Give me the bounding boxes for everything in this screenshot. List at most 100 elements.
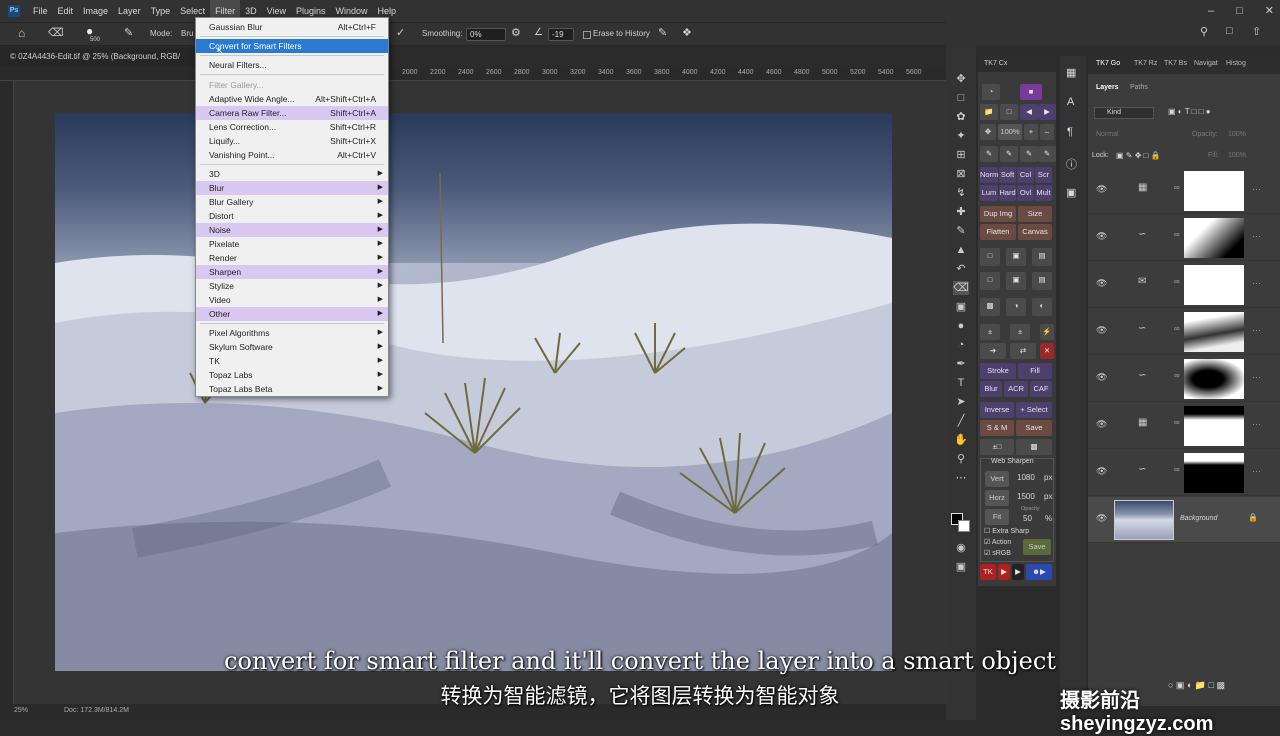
horz-value[interactable]: 1500: [1017, 492, 1035, 501]
lasso-tool-icon[interactable]: ✿: [953, 110, 969, 124]
tk-panel-title[interactable]: TK7 Cx: [978, 56, 1056, 72]
pressure-icon[interactable]: ✓: [396, 26, 405, 39]
tk-play2-icon[interactable]: ▶: [1012, 564, 1024, 580]
brush-panel-icon[interactable]: ✎: [124, 26, 133, 39]
menu-item-blur[interactable]: Blur ▶: [196, 181, 388, 195]
tk-layer5-icon[interactable]: ▣: [1006, 272, 1026, 290]
document-tab[interactable]: © 0Z4A4436-Edit.tif @ 25% (Background, R…: [0, 47, 200, 67]
background-layer-row[interactable]: 👁 Background 🔒: [1088, 497, 1280, 543]
layer-mask-thumbnail[interactable]: [1184, 406, 1244, 446]
layer-mask-thumbnail[interactable]: [1184, 359, 1244, 399]
pressure-size-icon[interactable]: ✎: [658, 26, 667, 39]
layer-mask-thumbnail[interactable]: [1184, 171, 1244, 211]
menu-item-gaussian-blur[interactable]: Gaussian Blur Alt+Ctrl+F: [196, 20, 388, 34]
hand-tool-icon[interactable]: ✋: [953, 433, 969, 447]
eraser-tool-icon[interactable]: ⌫: [953, 281, 969, 295]
tk-minus-icon[interactable]: –: [1040, 124, 1054, 140]
eraser-icon[interactable]: ⌫: [48, 26, 64, 39]
zoom-tool-icon[interactable]: ⚲: [953, 452, 969, 466]
marquee-tool-icon[interactable]: □: [953, 91, 969, 105]
menu-item-noise[interactable]: Noise ▶: [196, 223, 388, 237]
tk-lum-button[interactable]: Lum: [980, 185, 998, 201]
menu-item-lens-correction[interactable]: Lens Correction... Shift+Ctrl+R: [196, 120, 388, 134]
fill-value[interactable]: 100%: [1228, 152, 1246, 159]
tk-delete-icon[interactable]: ▩: [1016, 439, 1052, 455]
menu-item-topaz-labs-beta[interactable]: Topaz Labs Beta ▶: [196, 382, 388, 396]
home-icon[interactable]: ⌂: [18, 26, 25, 40]
fit-button[interactable]: Fit: [985, 509, 1009, 525]
tk-acr-button[interactable]: ACR: [1004, 381, 1028, 397]
share-icon[interactable]: ⇧: [1252, 25, 1261, 38]
tk-brush3-icon[interactable]: ✎: [1020, 146, 1038, 162]
tk-mask2-icon[interactable]: ◐: [1032, 298, 1052, 316]
erase-history-checkbox[interactable]: [583, 31, 591, 39]
visibility-eye-icon[interactable]: 👁: [1096, 184, 1107, 195]
layer-row[interactable]: 👁 ∽ ∞ ⋯: [1088, 215, 1280, 261]
screen-mode-icon[interactable]: ▣: [953, 560, 969, 574]
menu-item-adaptive-wide-angle[interactable]: Adaptive Wide Angle... Alt+Shift+Ctrl+A: [196, 92, 388, 106]
gradient-tool-icon[interactable]: ▣: [953, 300, 969, 314]
vert-value[interactable]: 1080: [1017, 473, 1035, 482]
minimize-icon[interactable]: –: [1208, 0, 1214, 22]
web-sharpen-save-button[interactable]: Save: [1023, 539, 1051, 555]
path-select-icon[interactable]: ➤: [953, 395, 969, 409]
tk-s-m-button[interactable]: S & M: [980, 420, 1014, 436]
menu-type[interactable]: Type: [146, 0, 176, 22]
menu-file[interactable]: File: [28, 0, 53, 22]
visibility-eye-icon[interactable]: 👁: [1096, 513, 1107, 524]
layer-row[interactable]: 👁 ∽ ∞ ⋯: [1088, 309, 1280, 355]
layer-row[interactable]: 👁 ▦ ∞ ⋯: [1088, 168, 1280, 214]
menu-item-vanishing-point[interactable]: Vanishing Point... Alt+Ctrl+V: [196, 148, 388, 162]
smoothing-input[interactable]: 0%: [466, 28, 506, 41]
more-icon[interactable]: ⋯: [1252, 184, 1261, 195]
menu-item-camera-raw-filter[interactable]: Camera Raw Filter... Shift+Ctrl+A: [196, 106, 388, 120]
layer-mask-thumbnail[interactable]: [1184, 265, 1244, 305]
background-color-swatch[interactable]: [958, 520, 970, 532]
tk-flatten-button[interactable]: Flatten: [980, 224, 1016, 240]
opacity-value[interactable]: 100%: [1228, 131, 1246, 138]
type-tool-icon[interactable]: T: [953, 376, 969, 390]
menu-item-stylize[interactable]: Stylize ▶: [196, 279, 388, 293]
tk-plus-icon[interactable]: +: [1024, 124, 1038, 140]
tk-fit-icon[interactable]: ✥: [980, 124, 996, 140]
blur-tool-icon[interactable]: ●: [953, 319, 969, 333]
document-image[interactable]: [55, 113, 892, 671]
more-icon[interactable]: ⋯: [1252, 419, 1261, 430]
tab-tk7-rz[interactable]: TK7 Rz: [1134, 60, 1157, 67]
brush-preset-icon[interactable]: ●: [86, 24, 93, 38]
tk-arrow-icon[interactable]: ➔: [980, 343, 1006, 359]
visibility-eye-icon[interactable]: 👁: [1096, 325, 1107, 336]
tk-layer2-icon[interactable]: ▣: [1006, 248, 1026, 266]
menu-layer[interactable]: Layer: [113, 0, 146, 22]
tab-histogram[interactable]: Histog: [1226, 60, 1246, 67]
mode-select[interactable]: Bru: [181, 29, 193, 38]
tab-layers[interactable]: Layers: [1096, 84, 1119, 91]
tk-swap-icon[interactable]: ⇄: [1010, 343, 1036, 359]
tk-dup-img-button[interactable]: Dup Img: [980, 206, 1016, 222]
symmetry-icon[interactable]: ❖: [682, 26, 692, 39]
tk-layer4-icon[interactable]: □: [980, 272, 1000, 290]
more-icon[interactable]: ⋯: [1252, 325, 1261, 336]
lock-icons[interactable]: ▣ ✎ ✥ □ 🔒: [1116, 151, 1161, 160]
tk-bolt-icon[interactable]: ⚡: [1040, 324, 1054, 340]
horz-button[interactable]: Horz: [985, 490, 1009, 506]
tk-col-button[interactable]: Col: [1017, 167, 1034, 183]
tk-open-icon[interactable]: 📁: [980, 104, 998, 120]
menu-item-tk[interactable]: TK ▶: [196, 354, 388, 368]
tk-inverse-button[interactable]: Inverse: [980, 402, 1014, 418]
action-checkbox[interactable]: ☑ Action: [984, 538, 1011, 546]
tk-stroke-button[interactable]: Stroke: [980, 363, 1016, 379]
layer-row[interactable]: 👁 ✉ ∞ ⋯: [1088, 262, 1280, 308]
line-tool-icon[interactable]: ╱: [953, 414, 969, 428]
close-icon[interactable]: ✕: [1265, 0, 1274, 22]
search-icon[interactable]: ⚲: [1200, 25, 1208, 38]
tk-100-button[interactable]: 100%: [998, 124, 1022, 140]
tk-plus-minus2-icon[interactable]: ±: [1010, 324, 1030, 340]
menu-item-other[interactable]: Other ▶: [196, 307, 388, 321]
menu-item-pixelate[interactable]: Pixelate ▶: [196, 237, 388, 251]
layer-filter-icons[interactable]: ▣ ◐ T □ □ ●: [1168, 107, 1211, 116]
srgb-checkbox[interactable]: ☑ sRGB: [984, 549, 1011, 557]
tk-hard-button[interactable]: Hard: [999, 185, 1016, 201]
healing-brush-icon[interactable]: ✚: [953, 205, 969, 219]
menu-item-topaz-labs[interactable]: Topaz Labs ▶: [196, 368, 388, 382]
